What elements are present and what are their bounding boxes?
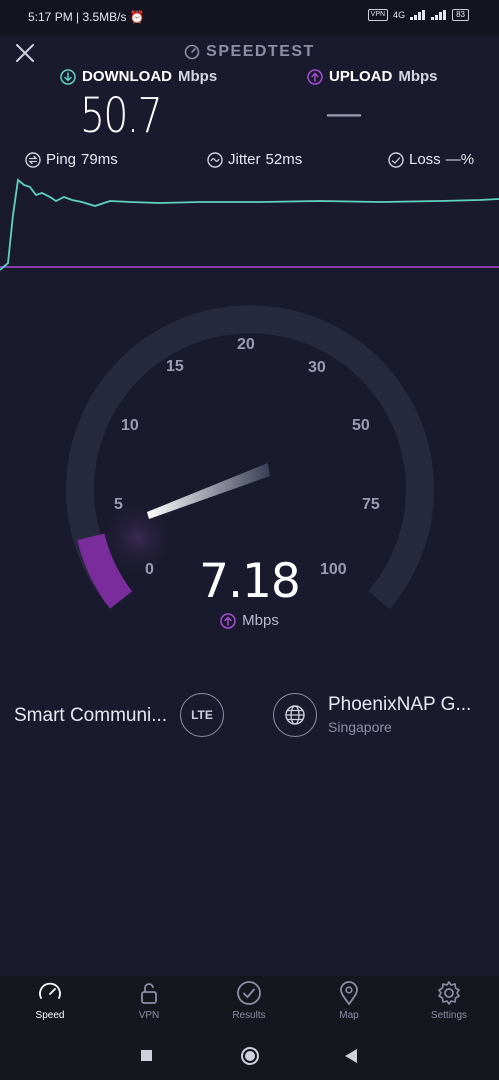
nav-settings[interactable]: Settings [414, 980, 484, 1021]
signal-icon [410, 10, 426, 20]
battery-indicator: 83 [452, 9, 469, 21]
gauge-needle [147, 463, 270, 519]
upload-label: UPLOAD [329, 68, 393, 85]
gauge-tick-15: 15 [166, 358, 184, 375]
gauge-tick-75: 75 [362, 496, 380, 513]
status-indicators: VPN 4G 83 [367, 9, 469, 21]
speedometer-icon [39, 982, 61, 999]
unlock-icon [141, 983, 157, 1004]
download-graph-line [0, 178, 499, 271]
server-location: Singapore [328, 719, 392, 735]
gauge-tick-30: 30 [308, 359, 326, 376]
download-unit: Mbps [178, 68, 218, 85]
isp-name: Smart Communi... [14, 705, 168, 726]
upload-header: UPLOAD Mbps [307, 68, 438, 85]
signal-icon [431, 10, 447, 20]
ping-icon [25, 151, 41, 168]
gauge-tick-5: 5 [114, 496, 123, 513]
gauge-tick-20: 20 [237, 336, 255, 353]
jitter-icon [207, 151, 223, 168]
recents-button [141, 1050, 152, 1061]
globe-icon [285, 705, 305, 725]
download-icon [60, 68, 76, 85]
network-type: 4G [393, 10, 406, 20]
gauge-tick-10: 10 [121, 417, 139, 434]
vpn-badge: VPN [367, 9, 389, 21]
nav-speed[interactable]: Speed [15, 980, 85, 1021]
jitter-stat: Jitter 52ms [207, 151, 302, 168]
download-value: 50.7 [80, 88, 163, 144]
upload-unit: Mbps [398, 68, 438, 85]
upload-value: — [327, 94, 361, 132]
nav-map[interactable]: Map [314, 980, 384, 1021]
download-label: DOWNLOAD [82, 68, 172, 85]
status-time: 5:17 PM | 3.5MB/s ⏰ [28, 10, 145, 24]
speedometer-icon [184, 44, 200, 60]
server-host[interactable]: PhoenixNAP G... [328, 694, 471, 716]
upload-icon [307, 68, 323, 85]
system-navigation [141, 1047, 357, 1065]
app-brand: SPEEDTEST [0, 43, 499, 61]
nav-vpn[interactable]: VPN [114, 980, 184, 1021]
upload-icon [220, 612, 236, 629]
back-button [345, 1049, 357, 1063]
alarm-icon: ⏰ [129, 10, 145, 24]
loss-stat: Loss —% [388, 151, 474, 168]
gear-icon [438, 981, 460, 1005]
download-header: DOWNLOAD Mbps [60, 68, 217, 85]
connection-type-button[interactable]: LTE [180, 693, 224, 737]
speed-graph [0, 178, 499, 271]
server-select-button[interactable] [273, 693, 317, 737]
nav-results[interactable]: Results [214, 980, 284, 1021]
current-speed-unit: Mbps [0, 612, 499, 629]
loss-icon [388, 151, 404, 168]
ping-stat: Ping 79ms [25, 151, 118, 168]
check-circle-icon [237, 981, 261, 1005]
map-pin-icon [340, 981, 358, 1006]
current-speed-value: 7.18 [199, 554, 301, 609]
brand-title: SPEEDTEST [206, 43, 315, 60]
gauge-tick-50: 50 [352, 417, 370, 434]
